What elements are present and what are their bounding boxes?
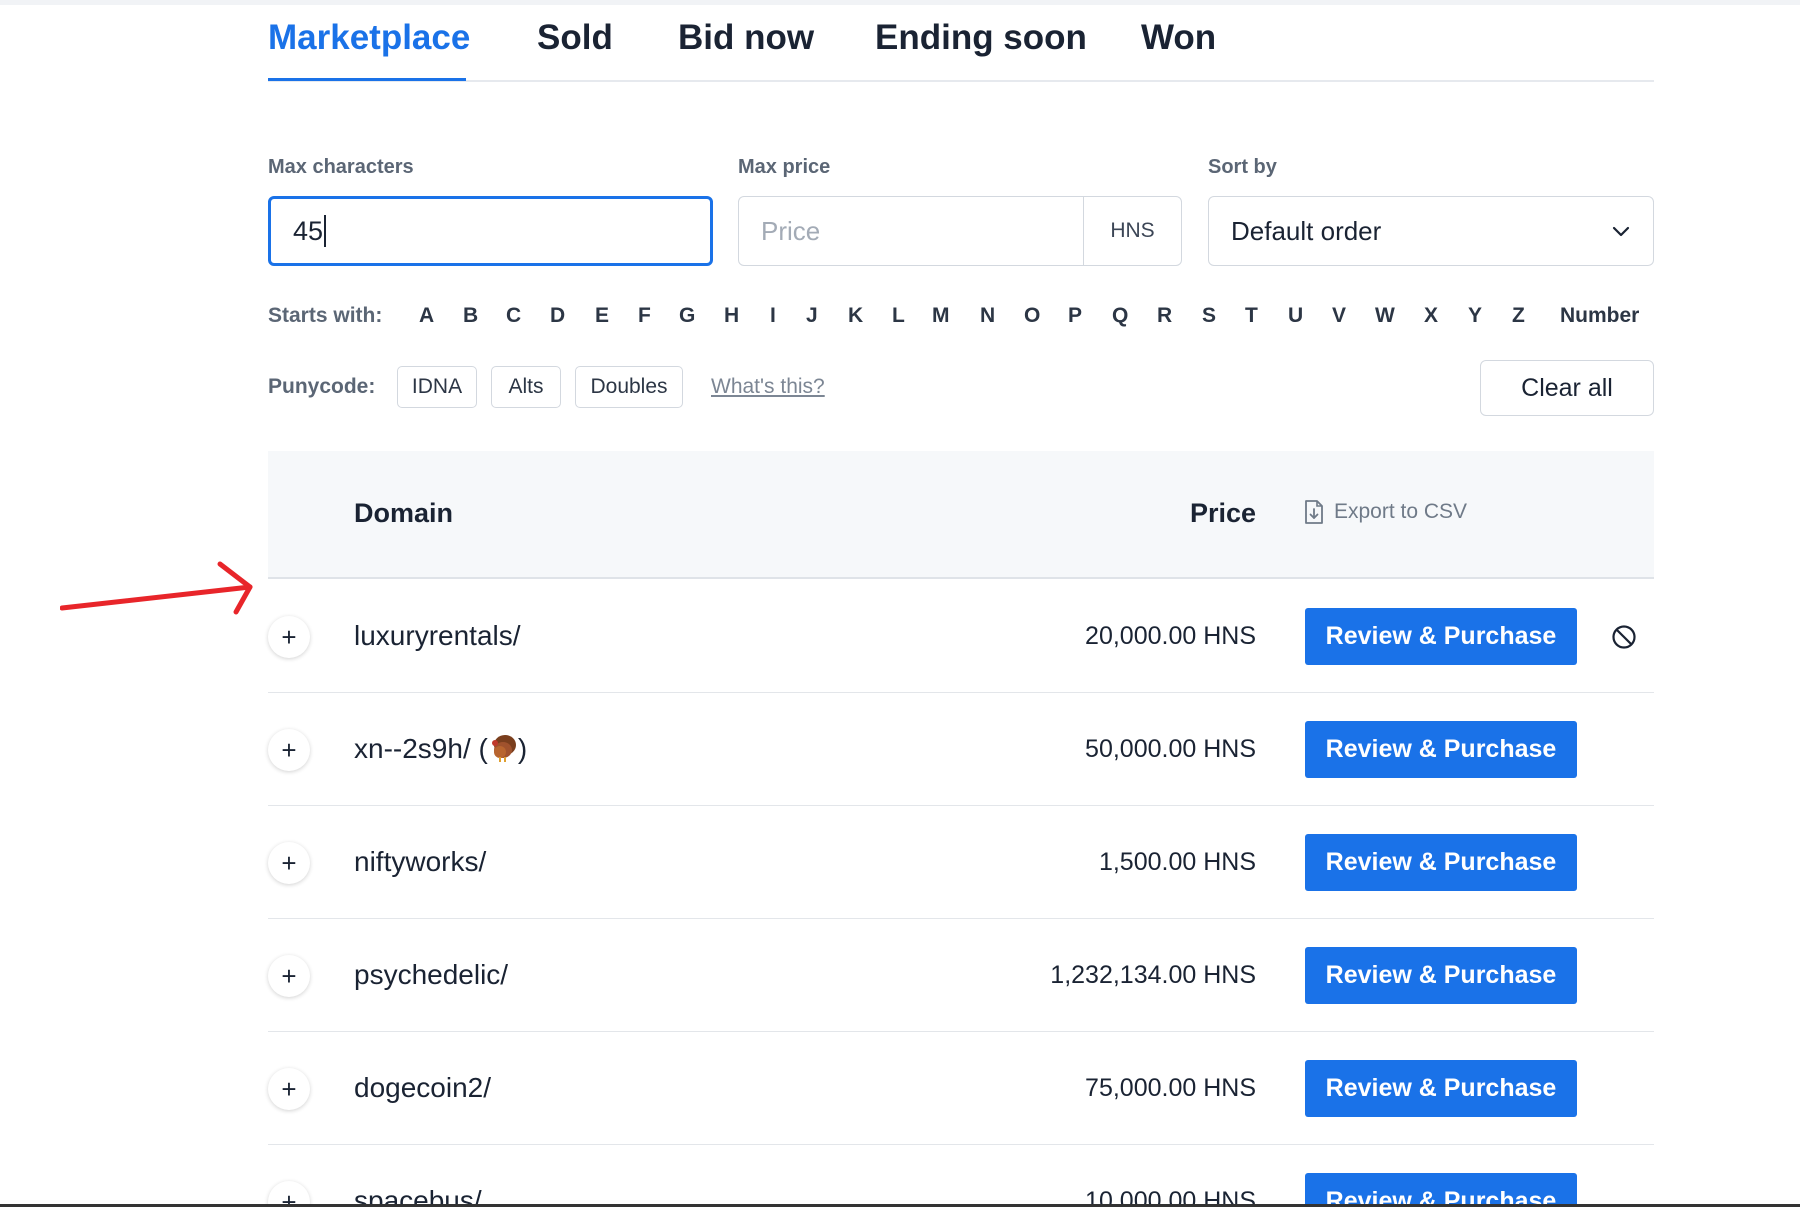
letter-t[interactable]: T [1245, 304, 1258, 328]
table-row: + niftyworks/ 1,500.00 HNS Review & Purc… [268, 806, 1654, 919]
table-row: + xn--2s9h/ ( ) 50,000.00 HNS Review & P… [268, 693, 1654, 806]
letter-r[interactable]: R [1157, 304, 1172, 328]
review-purchase-button[interactable]: Review & Purchase [1305, 1060, 1577, 1117]
letter-w[interactable]: W [1375, 304, 1395, 328]
max-price-input[interactable] [739, 197, 1083, 265]
table-row: + dogecoin2/ 75,000.00 HNS Review & Purc… [268, 1032, 1654, 1145]
review-purchase-button[interactable]: Review & Purchase [1305, 947, 1577, 1004]
max-characters-input[interactable]: 45 [268, 196, 713, 266]
turkey-emoji-icon [491, 735, 516, 762]
max-price-unit: HNS [1083, 197, 1181, 265]
letter-i[interactable]: I [770, 304, 776, 328]
expand-row-button[interactable]: + [268, 616, 310, 658]
letter-a[interactable]: A [419, 304, 434, 328]
domain-name-text: xn--2s9h/ ( [354, 733, 488, 764]
expand-row-button[interactable]: + [268, 842, 310, 884]
letter-h[interactable]: H [724, 304, 739, 328]
expand-row-button[interactable]: + [268, 729, 310, 771]
domain-name[interactable]: luxuryrentals/ [354, 620, 521, 652]
clear-all-button[interactable]: Clear all [1480, 360, 1654, 416]
domain-price: 50,000.00 HNS [1085, 735, 1256, 763]
chip-idna[interactable]: IDNA [397, 366, 477, 408]
starts-with-filter: Starts with: A B C D E F G H I J K L M N… [268, 302, 1654, 332]
table-row: + spacebus/ 10,000.00 HNS Review & Purch… [268, 1145, 1654, 1207]
file-download-icon [1305, 500, 1323, 524]
table-row: + psychedelic/ 1,232,134.00 HNS Review &… [268, 919, 1654, 1032]
domain-price: 1,500.00 HNS [1098, 848, 1256, 876]
letter-u[interactable]: U [1288, 304, 1303, 328]
domain-name-suffix: ) [517, 733, 528, 764]
letter-v[interactable]: V [1332, 304, 1346, 328]
letter-c[interactable]: C [506, 304, 521, 328]
letter-m[interactable]: M [932, 304, 950, 328]
table-row: + luxuryrentals/ 20,000.00 HNS Review & … [268, 580, 1654, 693]
starts-with-label: Starts with: [268, 304, 383, 327]
letter-s[interactable]: S [1202, 304, 1216, 328]
column-domain[interactable]: Domain [354, 498, 453, 529]
block-icon[interactable] [1611, 624, 1637, 650]
review-purchase-button[interactable]: Review & Purchase [1305, 608, 1577, 665]
domain-name[interactable]: niftyworks/ [354, 846, 486, 878]
expand-row-button[interactable]: + [268, 1068, 310, 1110]
sort-by-label: Sort by [1208, 156, 1277, 178]
domain-name[interactable]: dogecoin2/ [354, 1072, 491, 1104]
letter-k[interactable]: K [848, 304, 863, 328]
punycode-label: Punycode: [268, 375, 376, 398]
tab-bar: Marketplace Sold Bid now Ending soon Won [268, 0, 1654, 82]
max-characters-label: Max characters [268, 156, 414, 178]
domain-price: 75,000.00 HNS [1085, 1074, 1256, 1102]
column-price[interactable]: Price [1190, 498, 1256, 529]
domain-name[interactable]: psychedelic/ [354, 959, 508, 991]
letter-j[interactable]: J [806, 304, 818, 328]
review-purchase-button[interactable]: Review & Purchase [1305, 721, 1577, 778]
chip-alts[interactable]: Alts [491, 366, 561, 408]
sort-by-select[interactable]: Default order [1208, 196, 1654, 266]
tab-won[interactable]: Won [1141, 18, 1216, 58]
domain-name[interactable]: xn--2s9h/ ( ) [354, 733, 527, 765]
letter-e[interactable]: E [595, 304, 609, 328]
text-caret [324, 215, 327, 247]
letter-z[interactable]: Z [1512, 304, 1525, 328]
chevron-down-icon [1612, 226, 1630, 237]
letter-y[interactable]: Y [1468, 304, 1482, 328]
review-purchase-button[interactable]: Review & Purchase [1305, 1173, 1577, 1207]
tab-bid-now[interactable]: Bid now [678, 18, 814, 58]
domain-price: 1,232,134.00 HNS [1050, 961, 1256, 989]
active-tab-underline [268, 78, 466, 81]
max-price-label: Max price [738, 156, 831, 178]
max-price-field: HNS [738, 196, 1182, 266]
domain-price: 20,000.00 HNS [1085, 622, 1256, 650]
annotation-arrow-icon [60, 561, 253, 615]
export-csv-label: Export to CSV [1334, 500, 1468, 523]
letter-o[interactable]: O [1024, 304, 1040, 328]
letter-number[interactable]: Number [1560, 304, 1639, 328]
letter-p[interactable]: P [1068, 304, 1082, 328]
punycode-filter: Punycode: IDNA Alts Doubles What's this?… [268, 360, 1654, 420]
export-csv-button[interactable]: Export to CSV [1304, 500, 1467, 524]
letter-d[interactable]: D [550, 304, 565, 328]
review-purchase-button[interactable]: Review & Purchase [1305, 834, 1577, 891]
letter-x[interactable]: X [1424, 304, 1438, 328]
letter-q[interactable]: Q [1112, 304, 1128, 328]
whats-this-link[interactable]: What's this? [711, 375, 825, 399]
expand-row-button[interactable]: + [268, 955, 310, 997]
tab-sold[interactable]: Sold [537, 18, 613, 58]
letter-g[interactable]: G [679, 304, 695, 328]
tab-ending-soon[interactable]: Ending soon [875, 18, 1087, 58]
letter-b[interactable]: B [463, 304, 478, 328]
table-header: Domain Price Export to CSV [268, 451, 1654, 579]
letter-l[interactable]: L [892, 304, 905, 328]
tab-marketplace[interactable]: Marketplace [268, 18, 470, 58]
letter-f[interactable]: F [638, 304, 651, 328]
sort-by-value: Default order [1231, 215, 1382, 246]
chip-doubles[interactable]: Doubles [575, 366, 683, 408]
max-characters-value: 45 [293, 215, 324, 246]
letter-n[interactable]: N [980, 304, 995, 328]
